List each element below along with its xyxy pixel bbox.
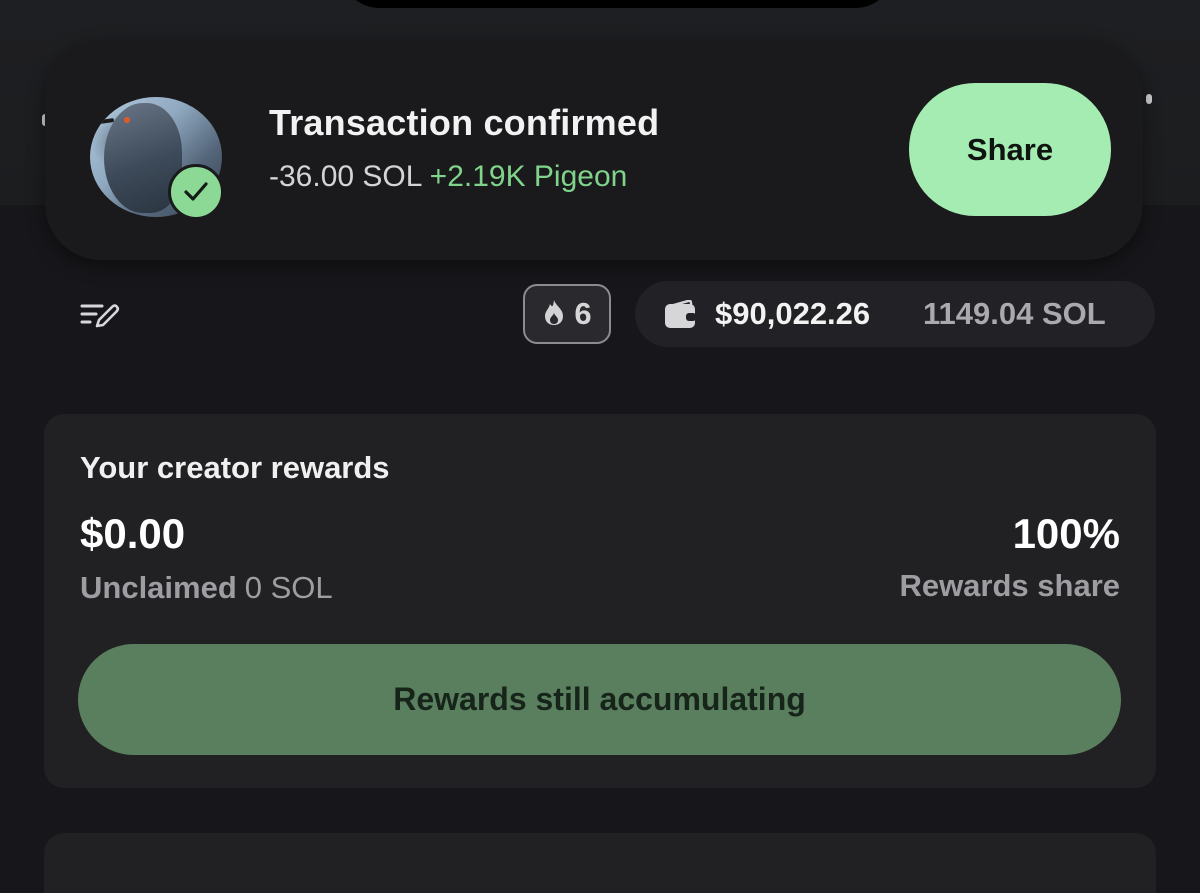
- rewards-accumulating-button[interactable]: Rewards still accumulating: [78, 644, 1121, 755]
- edge-indicator: [1146, 94, 1152, 104]
- rewards-share-label: Rewards share: [899, 568, 1120, 603]
- creator-rewards-card: Your creator rewards $0.00 Unclaimed 0 SO…: [44, 414, 1156, 788]
- unclaimed-value: 0 SOL: [244, 570, 333, 605]
- toast-amounts: -36.00 SOL +2.19K Pigeon: [269, 160, 627, 194]
- checkmark-icon: [168, 164, 224, 220]
- rewards-amount: $0.00: [80, 510, 186, 557]
- share-button[interactable]: Share: [909, 83, 1111, 216]
- flame-icon: [542, 298, 566, 331]
- edit-list-icon[interactable]: [80, 300, 120, 330]
- next-card: [44, 833, 1156, 893]
- rewards-title: Your creator rewards: [80, 450, 390, 485]
- wallet-balance[interactable]: $90,022.26 1149.04 SOL: [635, 281, 1155, 347]
- device-notch: [340, 0, 895, 8]
- pigeon-eye: [124, 117, 130, 123]
- balance-sol: 1149.04 SOL: [923, 296, 1106, 331]
- unclaimed-row: Unclaimed 0 SOL: [80, 570, 333, 606]
- streak-count: 6: [574, 296, 592, 331]
- received-amount: +2.19K Pigeon: [429, 160, 628, 193]
- streak-badge[interactable]: 6: [523, 284, 611, 344]
- rewards-share-percent: 100%: [1012, 510, 1120, 557]
- wallet-icon: [664, 299, 697, 330]
- unclaimed-label: Unclaimed: [80, 570, 237, 605]
- toast-title: Transaction confirmed: [269, 102, 660, 143]
- spent-amount: -36.00 SOL: [269, 160, 422, 193]
- balance-usd: $90,022.26: [715, 296, 871, 331]
